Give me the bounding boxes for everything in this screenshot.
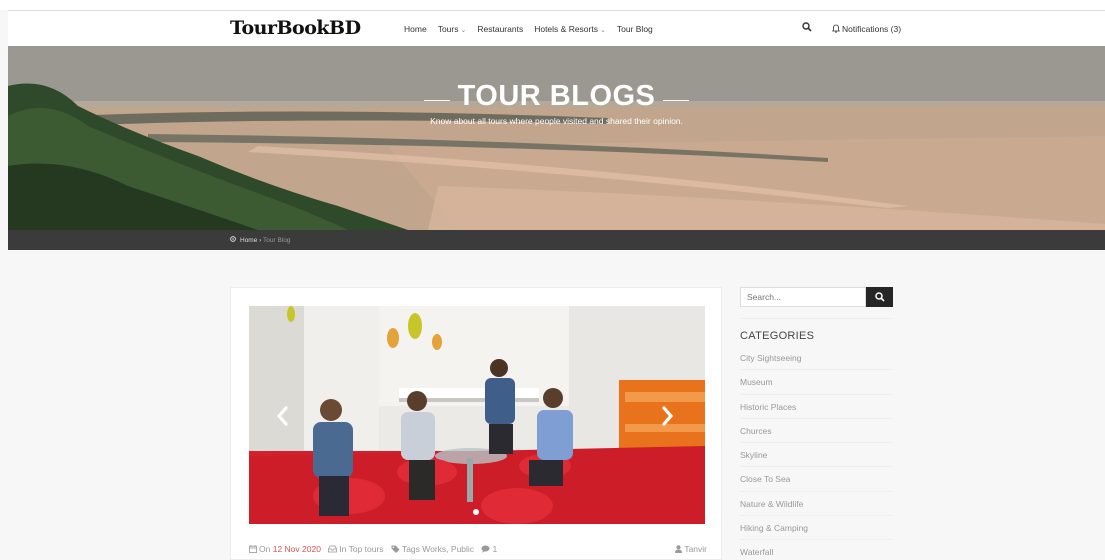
post-date: On 12 Nov 2020	[249, 544, 321, 554]
calendar-icon	[249, 545, 257, 553]
user-icon	[675, 545, 683, 553]
sidebar-search-button[interactable]	[866, 287, 893, 307]
category-nature-wildlife[interactable]: Nature & Wildlife	[740, 492, 893, 517]
hero-subtitle: Know about all tours where people visite…	[430, 116, 683, 126]
hero-title: TOUR BLOGS	[457, 80, 656, 112]
hero-banner: TOUR BLOGS Know about all tours where pe…	[8, 46, 1105, 230]
tag-icon	[391, 545, 400, 553]
search-icon[interactable]	[802, 22, 812, 32]
search-icon	[875, 292, 885, 302]
title-rule-right	[663, 100, 690, 102]
post-meta: On 12 Nov 2020 In Top tours Tags Works, …	[249, 544, 707, 554]
post-image-slider[interactable]	[249, 306, 705, 524]
breadcrumb-bar: Home › Tour Blog	[8, 230, 1105, 250]
slider-next-arrow-icon[interactable]	[657, 404, 677, 428]
nav-item-tours[interactable]: Tours ⌄	[438, 24, 467, 34]
site-logo[interactable]: TourBookBD	[230, 17, 361, 39]
categories-heading: CATEGORIES	[740, 330, 815, 342]
chevron-down-icon: ⌄	[460, 27, 467, 34]
nav-item-restaurants[interactable]: Restaurants	[477, 24, 523, 34]
blog-post-card: On 12 Nov 2020 In Top tours Tags Works, …	[230, 287, 722, 560]
breadcrumb-separator: ›	[259, 237, 262, 244]
breadcrumb-home[interactable]: Home	[240, 237, 257, 244]
category-museum[interactable]: Museum	[740, 370, 893, 395]
slider-prev-arrow-icon[interactable]	[273, 404, 293, 428]
notifications-link[interactable]: Notifications (3)	[832, 24, 901, 34]
post-comments[interactable]: 1	[481, 544, 497, 554]
post-category[interactable]: In Top tours	[328, 544, 384, 554]
inbox-icon	[328, 545, 338, 553]
chevron-down-icon: ⌄	[599, 27, 606, 34]
sidebar-divider	[740, 318, 893, 319]
title-rule-left	[423, 100, 450, 102]
bell-icon	[832, 24, 840, 33]
slider-dot[interactable]	[473, 509, 479, 515]
sidebar-search-input[interactable]	[740, 287, 866, 307]
post-photo	[249, 306, 705, 524]
nav-item-home[interactable]: Home	[404, 24, 427, 34]
notifications-label: Notifications (3)	[842, 24, 902, 34]
post-tags[interactable]: Tags Works, Public	[391, 544, 474, 554]
category-churces[interactable]: Churces	[740, 419, 893, 444]
category-close-to-sea[interactable]: Close To Sea	[740, 467, 893, 492]
categories-list: City Sightseeing Museum Historic Places …	[740, 346, 893, 560]
comment-icon	[481, 545, 490, 553]
location-pin-icon	[230, 236, 236, 242]
category-city-sightseeing[interactable]: City Sightseeing	[740, 346, 893, 371]
top-strip	[0, 0, 1105, 10]
hero-landscape-image	[8, 46, 1105, 230]
nav-item-hotels[interactable]: Hotels & Resorts ⌄	[534, 24, 606, 34]
breadcrumb: Home › Tour Blog	[230, 236, 291, 244]
category-hiking-camping[interactable]: Hiking & Camping	[740, 516, 893, 541]
top-navbar: TourBookBD Home Tours ⌄ Restaurants Hotel…	[8, 10, 1105, 46]
nav-item-tour-blog[interactable]: Tour Blog	[617, 24, 653, 34]
post-author[interactable]: Tanvir	[675, 544, 707, 554]
category-skyline[interactable]: Skyline	[740, 443, 893, 468]
category-waterfall[interactable]: Waterfall	[740, 540, 893, 560]
breadcrumb-current: Tour Blog	[263, 237, 291, 244]
main-menu: Home Tours ⌄ Restaurants Hotels & Resorts…	[404, 24, 653, 34]
post-date-value[interactable]: 12 Nov 2020	[273, 544, 321, 554]
category-historic-places[interactable]: Historic Places	[740, 395, 893, 419]
